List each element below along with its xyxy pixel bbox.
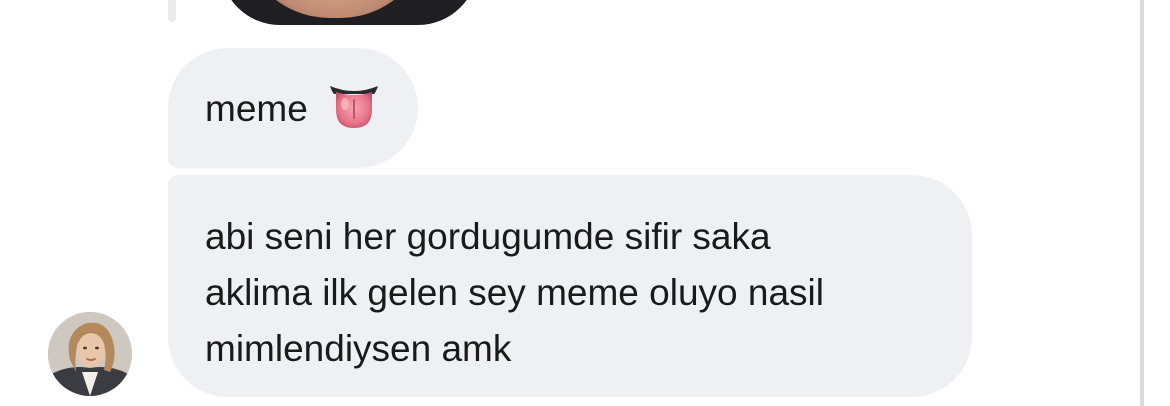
avatar[interactable] <box>48 312 132 396</box>
tongue-emoji-icon <box>330 86 378 128</box>
message-line: abi seni her gordugumde sifir saka <box>205 216 771 257</box>
message-bubble-meme[interactable]: meme <box>168 48 418 168</box>
message-text-block: abi seni her gordugumde sifir saka aklim… <box>205 209 945 377</box>
previous-photo-message[interactable] <box>220 0 478 25</box>
avatar-photo <box>48 312 132 396</box>
message-text: meme <box>205 88 308 129</box>
message-line: mimlendiysen amk <box>205 328 512 369</box>
message-bubble-long[interactable]: abi seni her gordugumde sifir saka aklim… <box>168 175 972 397</box>
photo-content <box>240 0 430 18</box>
message-line: aklima ilk gelen sey meme oluyo nasil <box>205 272 824 313</box>
previous-message-edge <box>168 0 176 22</box>
scrollbar[interactable] <box>1140 0 1144 406</box>
chat-thread: meme abi seni her gordugumde sifir saka … <box>0 0 1170 406</box>
